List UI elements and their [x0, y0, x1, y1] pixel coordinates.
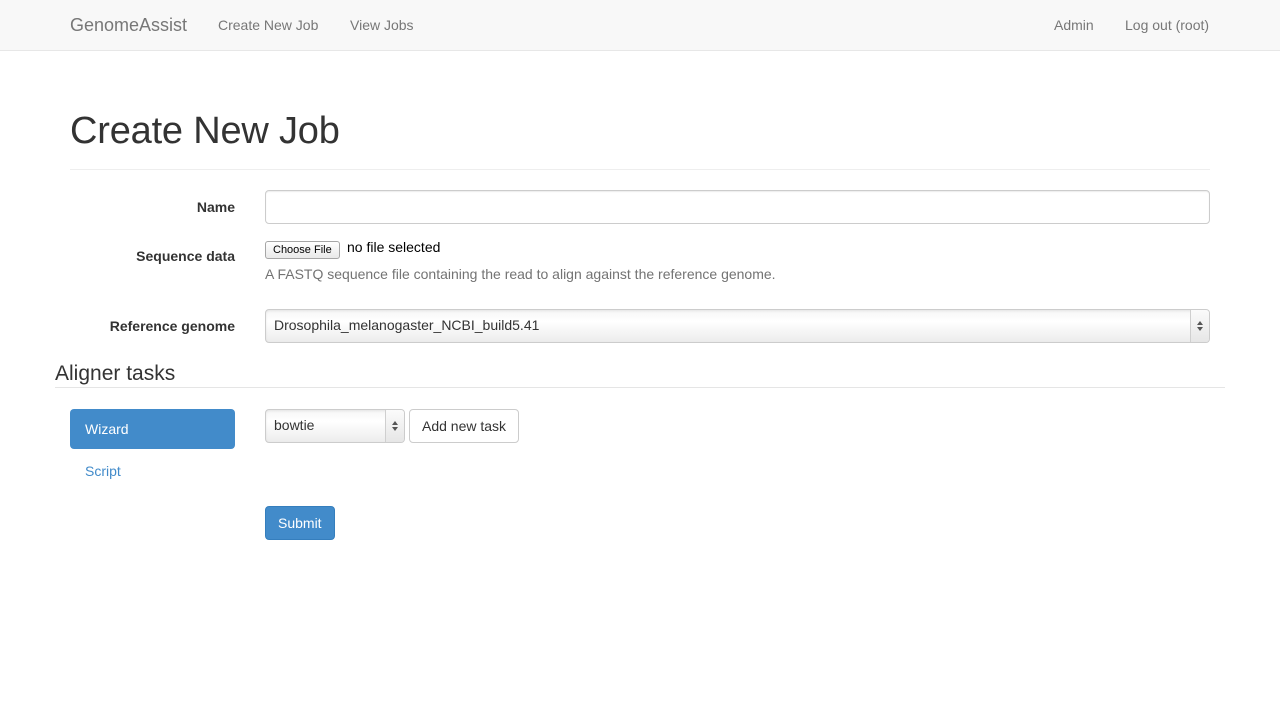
select-updown-icon — [385, 410, 404, 442]
choose-file-button[interactable]: Choose File — [265, 241, 340, 259]
add-new-task-button[interactable]: Add new task — [409, 409, 520, 443]
aligner-tasks-heading: Aligner tasks — [55, 362, 176, 385]
tab-wizard[interactable]: Wizard — [70, 409, 235, 449]
header-divider — [70, 169, 1210, 170]
name-input[interactable] — [265, 190, 1210, 224]
submit-button[interactable]: Submit — [265, 506, 335, 540]
nav-view-jobs[interactable]: View Jobs — [350, 0, 414, 50]
tab-script[interactable]: Script — [85, 462, 121, 480]
file-status-text: no file selected — [347, 239, 441, 255]
aligner-task-value: bowtie — [274, 417, 315, 433]
reference-genome-label: Reference genome — [109, 318, 235, 334]
sequence-help-text: A FASTQ sequence file containing the rea… — [265, 266, 776, 282]
aligner-task-select[interactable]: bowtie — [265, 409, 405, 443]
select-updown-icon — [1190, 310, 1209, 342]
brand-link[interactable]: GenomeAssist — [70, 0, 187, 50]
name-label: Name — [196, 199, 235, 215]
reference-genome-value: Drosophila_melanogaster_NCBI_build5.41 — [274, 317, 540, 333]
nav-admin[interactable]: Admin — [1054, 0, 1094, 50]
reference-genome-select[interactable]: Drosophila_melanogaster_NCBI_build5.41 — [265, 309, 1210, 343]
page-title: Create New Job — [70, 110, 340, 152]
top-navbar: GenomeAssist Create New Job View Jobs Ad… — [0, 0, 1280, 51]
aligner-tasks-divider — [55, 387, 1225, 388]
sequence-data-label: Sequence data — [136, 248, 235, 264]
nav-logout[interactable]: Log out (root) — [1125, 0, 1209, 50]
nav-create-new-job[interactable]: Create New Job — [218, 0, 318, 50]
